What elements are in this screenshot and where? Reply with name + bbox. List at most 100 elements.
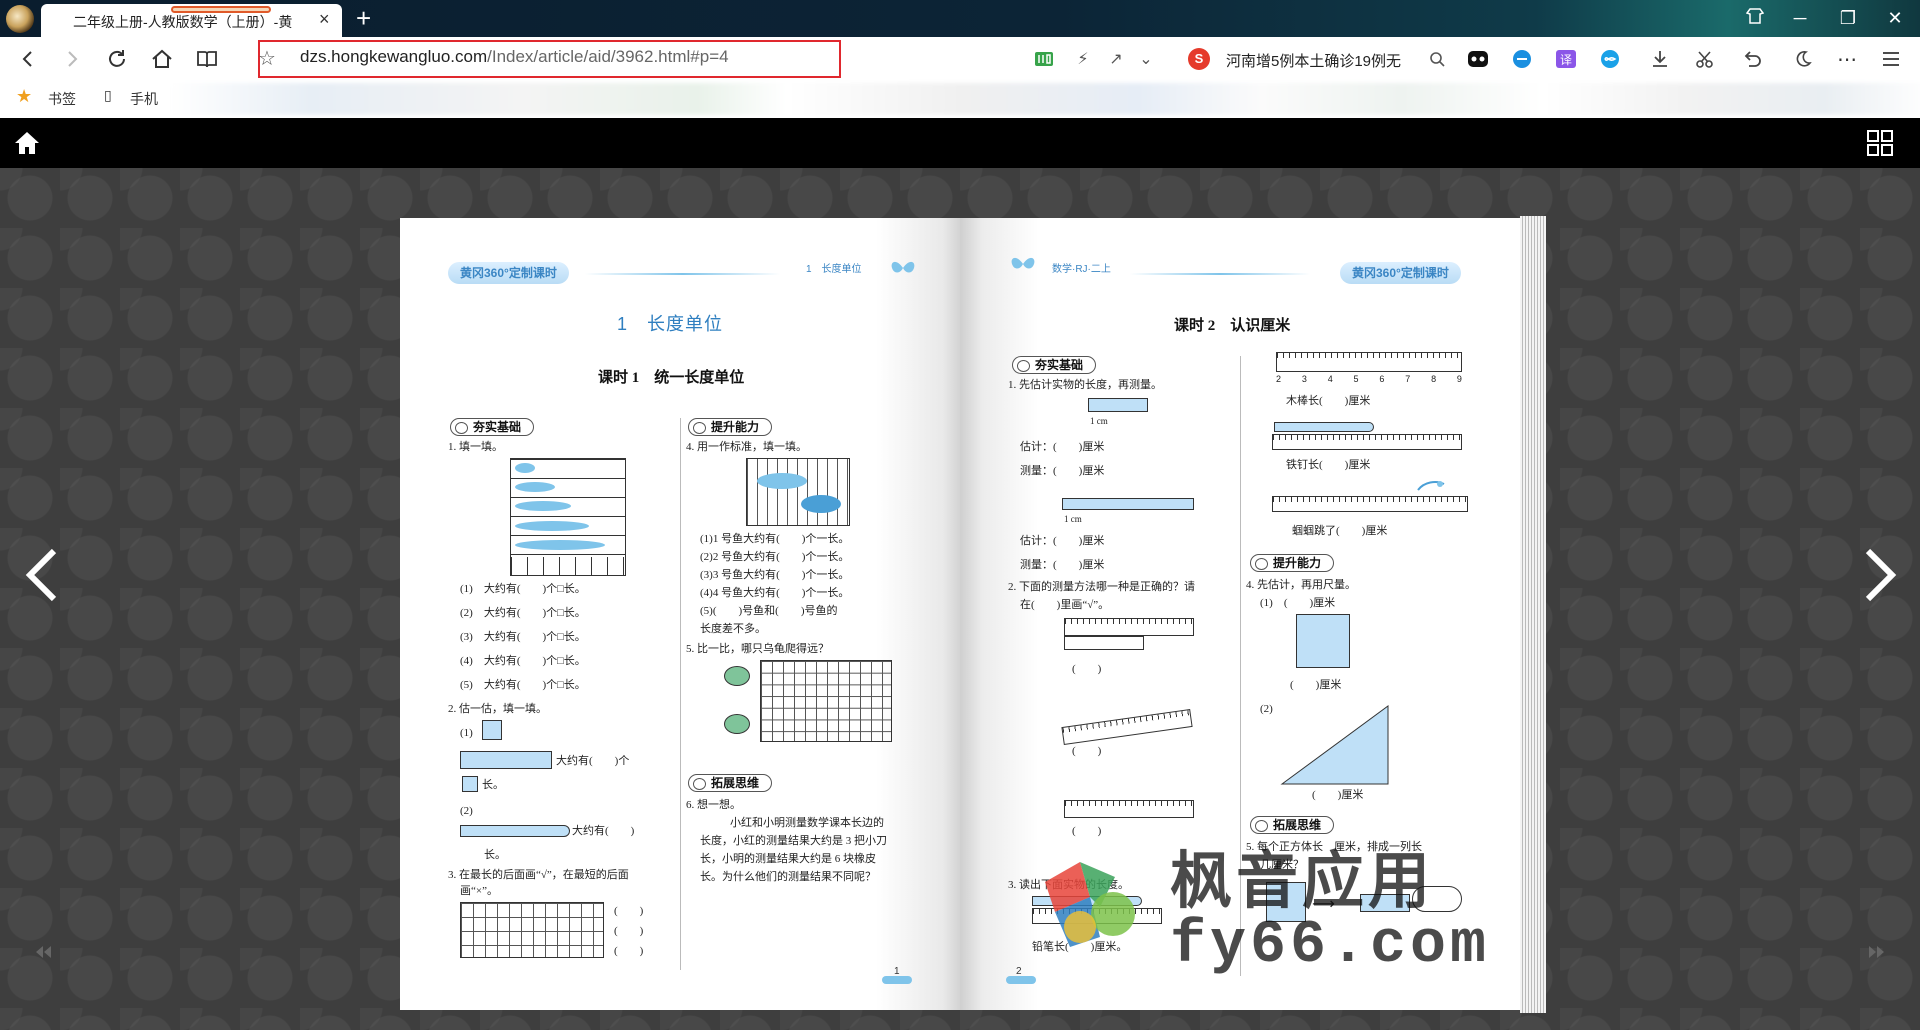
infinity-icon[interactable] <box>1598 48 1622 70</box>
q2-blank: ( ) <box>1072 825 1102 837</box>
url-text[interactable]: dzs.hongkewangluo.com/Index/article/aid/… <box>300 47 729 67</box>
next-page-icon[interactable] <box>1860 545 1900 616</box>
ruler-number: 3 <box>1301 374 1307 384</box>
cube-figure <box>482 720 502 740</box>
q3-blank: ( ) <box>614 925 644 937</box>
search-box[interactable]: S 河南增5例本土确诊19例无 <box>1184 46 1456 72</box>
grid-view-icon[interactable] <box>1866 129 1894 162</box>
q1-item: (2) 大约有( )个□长。 <box>460 607 586 619</box>
question-5: 5. 比一比，哪只乌龟爬得远？ <box>686 643 829 655</box>
browser-title-bar: 二年级上册-人教版数学（上册）-黄 × + ─ ❐ ✕ <box>0 0 1920 37</box>
square-figure <box>1296 614 1350 668</box>
ruler-figure <box>1061 709 1193 745</box>
ruler-number: 2 <box>1276 374 1282 384</box>
chevron-down-icon[interactable]: ⌄ <box>1137 48 1155 70</box>
ruler-figure <box>1276 352 1462 372</box>
stick-figure <box>1062 498 1194 510</box>
reader-mode-icon[interactable] <box>1033 48 1055 70</box>
triangle-figure <box>1280 705 1389 785</box>
q1-item: 测量：( )厘米 <box>1020 559 1105 571</box>
q2-text: 长。 <box>484 849 506 861</box>
q4-item: (1) ( )厘米 <box>1260 597 1336 609</box>
restore-button[interactable]: ❐ <box>1833 7 1863 29</box>
share-icon[interactable]: ↗ <box>1105 48 1127 70</box>
ruler-figure <box>1064 800 1194 818</box>
book-page-left[interactable]: 黄冈360°定制课时 1 长度单位 1 长度单位 课时 1 统一长度单位 夯实基… <box>400 218 960 1010</box>
q6-text: 小红和小明测量数学课本长边的 <box>730 817 884 829</box>
home-icon[interactable] <box>14 130 40 161</box>
watermark-cn: 枫音应用 <box>1170 847 1435 916</box>
question-3: 3. 在最长的后面画“√”，在最短的后面 <box>448 869 629 881</box>
question-1: 1. 填一填。 <box>448 441 503 453</box>
q1-item: 估计：( )厘米 <box>1020 535 1105 547</box>
minimize-button[interactable]: ─ <box>1785 7 1815 29</box>
blurred-bookmarks <box>170 83 1920 115</box>
menu-icon[interactable] <box>1880 48 1902 70</box>
url-host: dzs.hongkewangluo.com <box>300 47 488 66</box>
message-icon[interactable] <box>1510 48 1534 70</box>
nail-figure <box>1274 422 1374 432</box>
pencil-case-figure <box>460 751 552 769</box>
search-icon[interactable] <box>1428 48 1446 70</box>
small-cube-figure <box>462 776 478 792</box>
search-hot-text[interactable]: 河南增5例本土确诊19例无 <box>1226 50 1401 71</box>
first-page-icon[interactable] <box>34 945 52 964</box>
forward-icon[interactable] <box>58 45 86 73</box>
last-page-icon[interactable] <box>1868 945 1886 964</box>
q6-text: 长。为什么他们的测量结果不同呢？ <box>700 871 876 883</box>
question-2: 2. 下面的测量方法哪一种是正确的？请 <box>1008 581 1195 593</box>
q1-item: 测量：( )厘米 <box>1020 465 1105 477</box>
lightning-icon[interactable]: ⚡ <box>1073 48 1093 70</box>
ruler-figure <box>1064 618 1194 636</box>
lesson-title: 课时 2 认识厘米 <box>1174 318 1291 334</box>
browser-tab[interactable]: 二年级上册-人教版数学（上册）-黄 × <box>41 4 342 37</box>
game-icon[interactable] <box>1466 48 1490 70</box>
close-window-button[interactable]: ✕ <box>1880 7 1910 29</box>
browser-logo-icon <box>6 5 34 33</box>
translate-icon[interactable]: 译 <box>1554 48 1578 70</box>
bookmarks-star-icon: ★ <box>16 86 33 106</box>
ruler-number: 4 <box>1327 374 1333 384</box>
cm-label: 1 cm <box>1064 514 1082 524</box>
reading-mode-icon[interactable] <box>193 45 221 73</box>
more-icon[interactable]: ⋯ <box>1836 48 1858 71</box>
watermark-en: fy66.com <box>1170 912 1491 980</box>
ruler-item: 铁钉长( )厘米 <box>1286 459 1371 471</box>
bookmark-folder-label[interactable]: 书签 <box>48 89 76 109</box>
section-label: 夯实基础 <box>450 418 535 436</box>
bookmark-mobile-label[interactable]: 手机 <box>130 89 158 109</box>
night-mode-icon[interactable] <box>1792 48 1814 70</box>
header-subject: 数学·RJ·二上 <box>1052 264 1111 275</box>
ruler-number: 8 <box>1431 374 1437 384</box>
refresh-icon[interactable] <box>103 45 131 73</box>
q3-blank: ( ) <box>614 945 644 957</box>
header-pill: 黄冈360°定制课时 <box>448 262 569 284</box>
turtle-2-icon <box>724 714 750 734</box>
q2-text: 大约有( )个 <box>556 755 630 767</box>
question-1: 1. 先估计实物的长度，再测量。 <box>1008 379 1162 391</box>
back-icon[interactable] <box>14 45 42 73</box>
q4-item: (3)3 号鱼大约有( )个一长。 <box>700 569 850 581</box>
download-icon[interactable] <box>1648 48 1672 70</box>
q4-item: 长度差不多。 <box>700 623 766 635</box>
tab-title: 二年级上册-人教版数学（上册）-黄 <box>73 14 293 30</box>
tab-close-icon[interactable]: × <box>319 8 330 30</box>
q4-item: (5)( )号鱼和( )号鱼的 <box>700 605 838 617</box>
skin-icon[interactable] <box>1740 7 1770 30</box>
pencil-figure <box>460 825 570 837</box>
watermark-logo-icon <box>1045 862 1135 947</box>
undo-icon[interactable] <box>1738 48 1766 70</box>
prev-page-icon[interactable] <box>22 545 62 616</box>
ruler-numbers: 2 3 4 5 6 7 8 9 <box>1276 374 1462 384</box>
home-page-icon[interactable] <box>148 45 176 73</box>
new-tab-button[interactable]: + <box>356 3 371 33</box>
q1-item: (3) 大约有( )个□长。 <box>460 631 586 643</box>
screenshot-icon[interactable] <box>1690 48 1720 70</box>
bookmark-star-icon[interactable]: ☆ <box>258 46 276 71</box>
bookmarks-bar: ★ 书签 ▯ 手机 <box>0 79 1920 118</box>
q4-item: ( )厘米 <box>1290 679 1342 691</box>
section-label: 提升能力 <box>1250 554 1335 572</box>
column-divider <box>680 418 681 970</box>
q4-item: (4)4 号鱼大约有( )个一长。 <box>700 587 850 599</box>
fish-grid-figure <box>746 458 850 526</box>
